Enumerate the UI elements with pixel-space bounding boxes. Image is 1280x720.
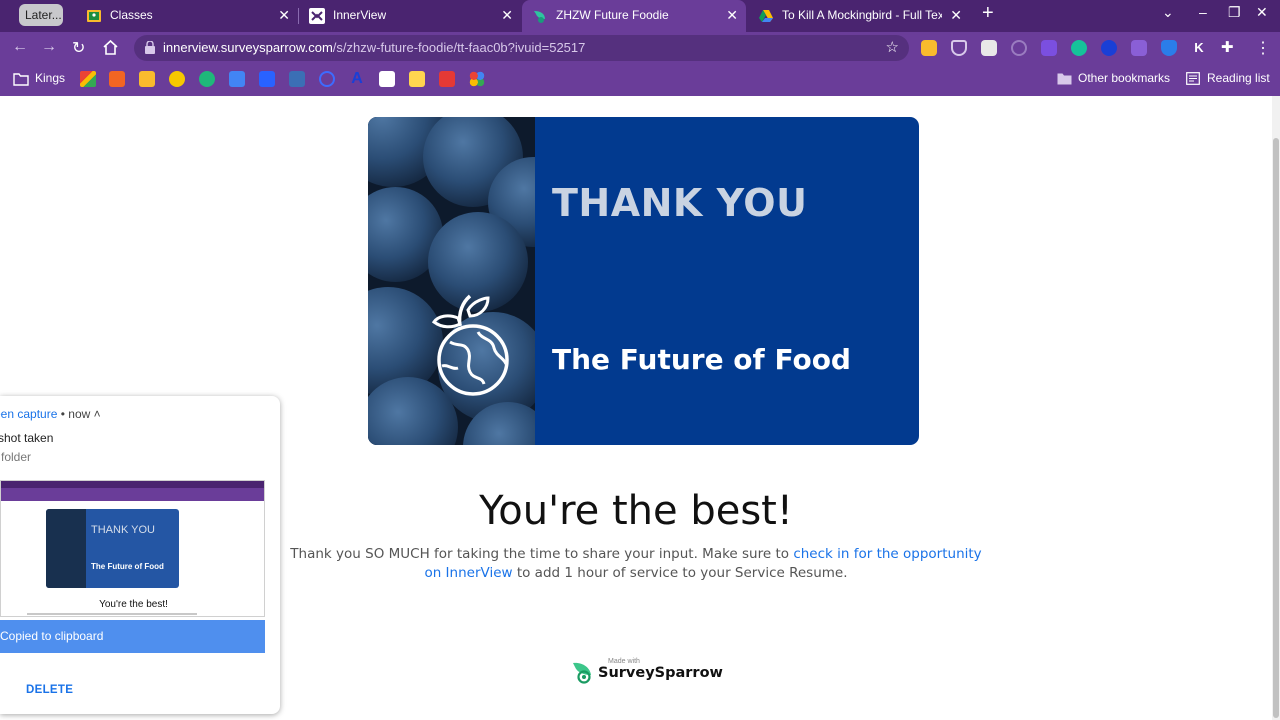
dots-bookmark-icon[interactable] xyxy=(469,71,485,87)
orange-bookmark-icon[interactable] xyxy=(109,71,125,87)
back-icon[interactable]: ← xyxy=(12,38,28,56)
reload-icon[interactable]: ↻ xyxy=(72,38,85,58)
info-bookmark-icon[interactable] xyxy=(259,71,275,87)
innerview-bookmark-icon[interactable] xyxy=(379,71,395,87)
delete-button[interactable]: DELETE xyxy=(26,684,73,696)
classroom-bookmark-icon[interactable] xyxy=(139,71,155,87)
library-bookmark-icon[interactable] xyxy=(289,71,305,87)
reading-list[interactable]: Reading list xyxy=(1207,64,1270,92)
close-icon[interactable]: ✕ xyxy=(278,0,290,30)
copied-to-clipboard-bar: Copied to clipboard xyxy=(0,620,265,653)
bookmark-star-icon[interactable]: ☆ xyxy=(886,38,899,56)
scrollbar-thumb[interactable] xyxy=(1273,138,1279,718)
purple-extension-icon[interactable] xyxy=(1041,40,1057,56)
thumbnail-hero: THANK YOU The Future of Food xyxy=(46,509,179,588)
home-icon[interactable] xyxy=(102,39,119,56)
address-bar[interactable]: innerview.surveysparrow.com/s/zhzw-futur… xyxy=(134,35,909,61)
c-extension-icon[interactable] xyxy=(1101,40,1117,56)
message-text-end: to add 1 hour of service to your Service… xyxy=(512,565,848,581)
classroom-extension-icon[interactable] xyxy=(921,40,937,56)
tab-search-icon[interactable]: ⌄ xyxy=(1162,4,1174,21)
message-text: Thank you SO MUCH for taking the time to… xyxy=(290,546,794,562)
duck-bookmark-icon[interactable] xyxy=(169,71,185,87)
made-with-surveysparrow[interactable]: Made with SurveySparrow xyxy=(572,658,723,688)
hero-subtitle: The Future of Food xyxy=(552,343,851,376)
a-bookmark-icon[interactable]: A xyxy=(349,71,365,87)
innerview-icon xyxy=(309,8,325,24)
notification-time: • now ˄ xyxy=(57,407,101,421)
gmail-bookmark-icon[interactable] xyxy=(80,71,96,87)
star-bookmark-icon[interactable] xyxy=(409,71,425,87)
screen-extension-icon[interactable] xyxy=(981,40,997,56)
tab-to-kill-a-mockingbird[interactable]: To Kill A Mockingbird - Full Text f ✕ xyxy=(748,0,970,32)
tab-classes[interactable]: Classes ✕ xyxy=(76,0,298,32)
notification-subtitle: folder xyxy=(1,450,32,464)
tab-innerview[interactable]: InnerView ✕ xyxy=(299,0,521,32)
globe-sprout-icon xyxy=(431,294,509,396)
close-icon[interactable]: ✕ xyxy=(726,0,738,30)
tab-label: InnerView xyxy=(333,8,387,22)
page-scrollbar[interactable] xyxy=(1272,96,1280,720)
translate-bookmark-icon[interactable] xyxy=(229,71,245,87)
url-host: innerview.surveysparrow.com xyxy=(163,40,333,55)
hero-banner: THANK YOU The Future of Food xyxy=(368,117,919,445)
classroom-icon xyxy=(87,10,101,22)
notification-time-value: now xyxy=(68,407,91,421)
google-drive-icon xyxy=(759,10,773,22)
other-bookmarks[interactable]: Other bookmarks xyxy=(1078,64,1170,92)
surveysparrow-logo-icon xyxy=(573,662,591,684)
site-info-icon[interactable] xyxy=(144,41,156,54)
hero-title: THANK YOU xyxy=(552,181,808,225)
restore-icon[interactable]: ❐ xyxy=(1228,4,1241,21)
thumbnail-text-line xyxy=(27,613,197,615)
screen-capture-notification: een capture • now ˄ shot taken folder TH… xyxy=(0,396,280,714)
thumbnail-subtitle: The Future of Food xyxy=(91,562,164,571)
brand-name: SurveySparrow xyxy=(598,665,723,681)
green-circle-bookmark-icon[interactable] xyxy=(199,71,215,87)
screenshot-thumbnail[interactable]: THANK YOU The Future of Food You're the … xyxy=(0,480,265,617)
shield-extension-icon[interactable] xyxy=(951,40,967,56)
shield-blue-extension-icon[interactable] xyxy=(1161,40,1177,56)
check-bookmark-icon[interactable] xyxy=(439,71,455,87)
tab-label: Classes xyxy=(110,8,153,22)
new-tab-button[interactable]: + xyxy=(982,2,994,25)
notification-title: shot taken xyxy=(0,431,54,445)
thumbnail-title: THANK YOU xyxy=(91,524,155,536)
extensions-puzzle-icon[interactable]: ✚ xyxy=(1221,40,1237,56)
thumbnail-photo xyxy=(46,509,86,588)
url-text: innerview.surveysparrow.com/s/zhzw-futur… xyxy=(163,35,585,61)
forward-icon[interactable]: → xyxy=(41,38,57,56)
close-icon[interactable]: ✕ xyxy=(501,0,513,30)
made-with-label: Made with xyxy=(608,658,640,665)
thumbnail-tab-strip xyxy=(1,481,264,488)
k-extension-icon[interactable]: K xyxy=(1191,40,1207,56)
tab-group-chip[interactable]: Later... xyxy=(19,4,63,26)
notification-source: een capture • now ˄ xyxy=(0,407,101,421)
bookmark-kings[interactable]: Kings xyxy=(35,64,65,92)
heart-extension-icon[interactable] xyxy=(1011,40,1027,56)
tab-label: ZHZW Future Foodie xyxy=(556,8,669,22)
reading-list-icon xyxy=(1186,72,1200,85)
tw-extension-icon[interactable] xyxy=(1131,40,1147,56)
notification-app: een capture xyxy=(0,407,58,421)
close-window-icon[interactable]: ✕ xyxy=(1256,4,1268,21)
tab-label: To Kill A Mockingbird - Full Text f xyxy=(782,8,942,22)
url-path: /s/zhzw-future-foodie/tt-faac0b?ivuid=52… xyxy=(332,40,586,55)
folder-icon xyxy=(13,73,29,86)
browser-menu-icon[interactable]: ⋮ xyxy=(1255,38,1271,58)
tab-strip: Later... Classes ✕ InnerView ✕ ZHZW Futu… xyxy=(0,0,1280,32)
close-icon[interactable]: ✕ xyxy=(950,0,962,30)
other-bookmarks-folder-icon xyxy=(1057,73,1072,85)
grammarly-icon[interactable] xyxy=(1071,40,1087,56)
ring-bookmark-icon[interactable] xyxy=(319,71,335,87)
thumbnail-headline: You're the best! xyxy=(99,599,168,610)
tab-zhzw-future-foodie[interactable]: ZHZW Future Foodie ✕ xyxy=(522,0,746,32)
thank-you-message: Thank you SO MUCH for taking the time to… xyxy=(286,545,986,583)
surveysparrow-icon xyxy=(534,11,545,23)
minimize-icon[interactable]: – xyxy=(1199,4,1207,20)
